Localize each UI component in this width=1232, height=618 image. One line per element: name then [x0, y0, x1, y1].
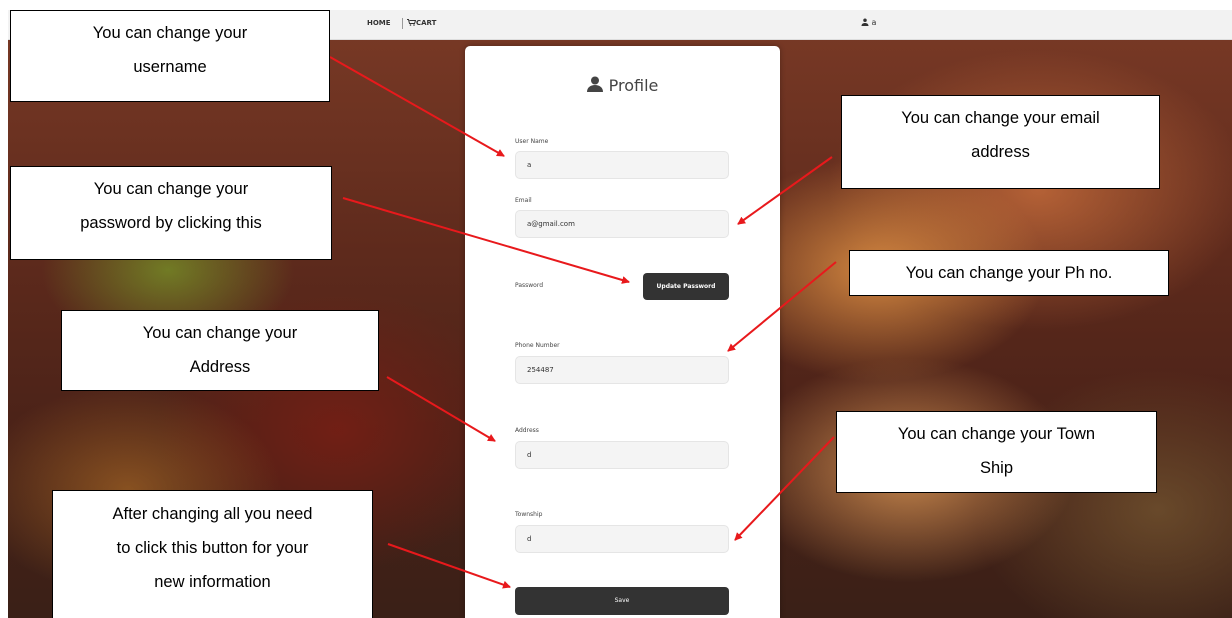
arrow-username	[329, 56, 505, 157]
arrow-save	[387, 543, 511, 589]
note-username-line-2: username	[133, 58, 207, 76]
note-password-line-1: You can change your	[93, 180, 249, 198]
note-save-line-2: to click this button for your	[116, 539, 309, 557]
arrow-address	[386, 376, 496, 442]
note-username-line-1: You can change your	[92, 24, 248, 42]
note-address: You can change your Address	[61, 310, 379, 391]
note-township-line-1: You can change your Town	[897, 425, 1096, 443]
arrow-email	[737, 156, 833, 225]
arrow-township	[734, 436, 835, 541]
note-username: You can change your username	[10, 10, 330, 102]
note-email-line-1: You can change your email	[901, 109, 1100, 127]
note-phone-line-1: You can change your Ph no.	[905, 264, 1113, 282]
note-township: You can change your Town Ship	[836, 411, 1157, 493]
note-address-line-1: You can change your	[142, 324, 298, 342]
note-password-line-2: password by clicking this	[80, 214, 262, 232]
note-password: You can change your password by clicking…	[10, 166, 332, 260]
arrow-phone	[727, 261, 837, 352]
note-address-line-2: Address	[189, 358, 251, 376]
note-phone: You can change your Ph no.	[849, 250, 1169, 296]
note-email: You can change your email address	[841, 95, 1160, 189]
note-township-line-2: Ship	[979, 459, 1014, 477]
note-email-line-2: address	[971, 143, 1030, 161]
note-save-line-1: After changing all you need	[112, 505, 313, 523]
arrow-password	[342, 197, 630, 284]
note-save-line-3: new information	[154, 573, 271, 591]
note-save: After changing all you need to click thi…	[52, 490, 373, 618]
